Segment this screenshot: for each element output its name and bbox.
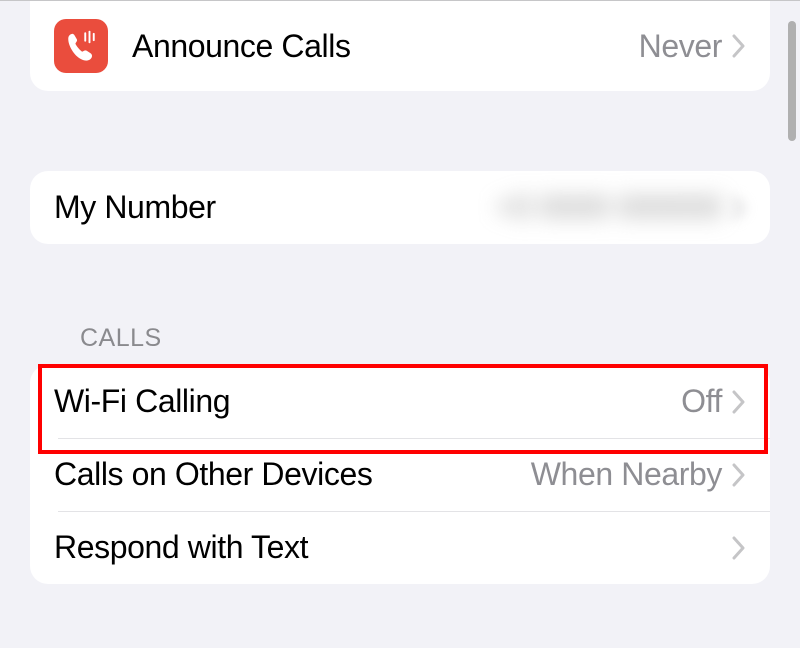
calls-on-other-devices-row[interactable]: Calls on Other Devices When Nearby [30,438,770,511]
scrollbar[interactable] [788,21,796,141]
calls-on-other-devices-value: When Nearby [531,456,722,493]
my-number-value: +0 0000 000000 [495,189,722,226]
wifi-calling-value: Off [681,383,722,420]
chevron-right-icon [732,536,746,560]
announce-calls-group: Announce Calls Never [30,1,770,91]
announce-calls-icon [54,19,108,73]
chevron-right-icon [732,390,746,414]
respond-with-text-label: Respond with Text [54,529,732,566]
chevron-right-icon [732,196,746,220]
my-number-group: My Number +0 0000 000000 [30,171,770,244]
calls-group: Wi-Fi Calling Off Calls on Other Devices… [30,365,770,584]
announce-calls-value: Never [639,28,722,65]
announce-calls-label: Announce Calls [132,28,639,65]
my-number-label: My Number [54,189,495,226]
announce-calls-row[interactable]: Announce Calls Never [30,1,770,91]
wifi-calling-label: Wi-Fi Calling [54,383,681,420]
chevron-right-icon [732,463,746,487]
calls-section-header: CALLS [30,324,770,365]
calls-on-other-devices-label: Calls on Other Devices [54,456,531,493]
wifi-calling-row[interactable]: Wi-Fi Calling Off [30,365,770,438]
my-number-row[interactable]: My Number +0 0000 000000 [30,171,770,244]
respond-with-text-row[interactable]: Respond with Text [30,511,770,584]
chevron-right-icon [732,34,746,58]
